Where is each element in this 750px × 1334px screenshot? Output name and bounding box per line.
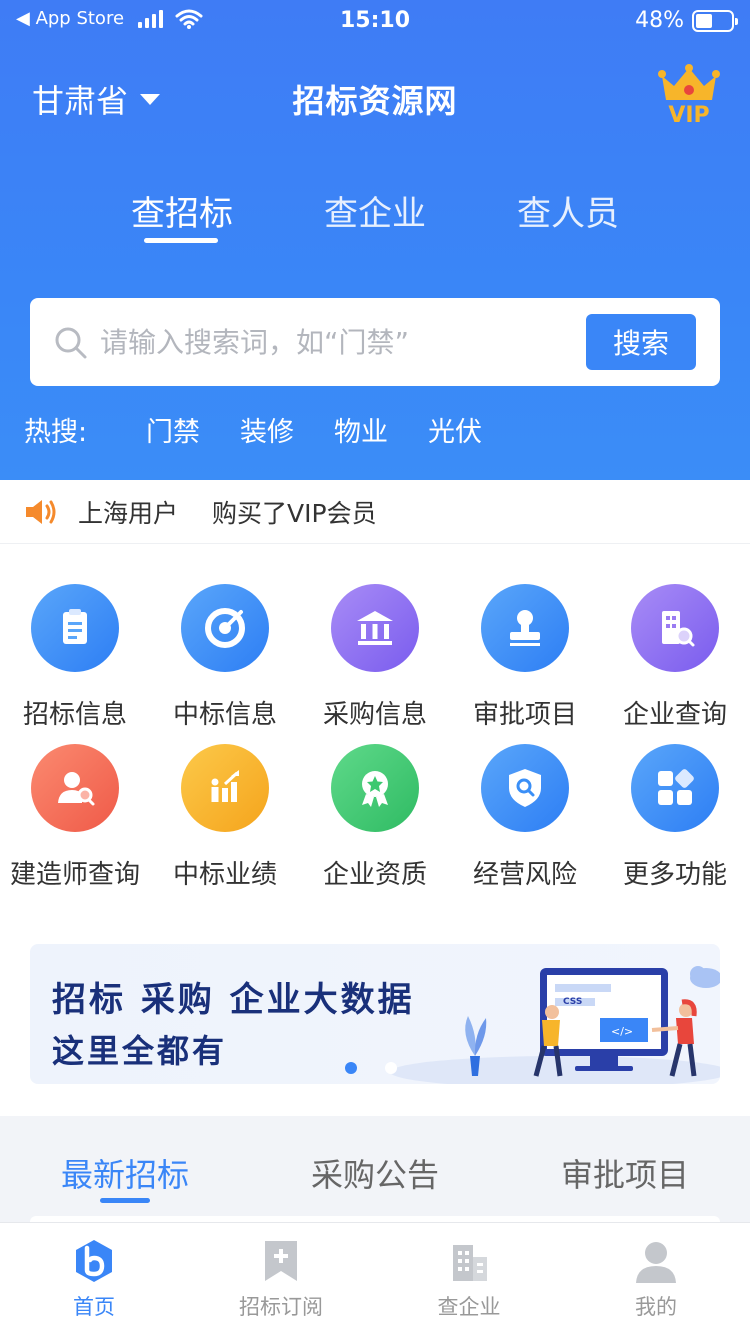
hot-tag[interactable]: 装修 xyxy=(240,410,294,449)
hot-tag[interactable]: 门禁 xyxy=(146,410,200,449)
tab-people[interactable]: 查人员 xyxy=(498,186,638,235)
hot-tag[interactable]: 光伏 xyxy=(428,410,482,449)
hot-search-row: 热搜: 门禁 装修 物业 光伏 xyxy=(24,410,522,449)
user-icon xyxy=(636,1242,676,1283)
hot-tag[interactable]: 物业 xyxy=(334,410,388,449)
search-input[interactable] xyxy=(100,316,600,368)
feature-label: 建造师查询 xyxy=(9,860,140,890)
feature-business-risk[interactable]: 经营风险 xyxy=(450,744,600,891)
status-bar: ◀ App Store 15:10 48% xyxy=(0,0,750,40)
feature-approval-projects[interactable]: 审批项目 xyxy=(450,584,600,731)
person-search-icon xyxy=(31,744,119,832)
home-logo-icon xyxy=(76,1240,112,1282)
feature-label: 审批项目 xyxy=(472,700,577,730)
list-tabs: 最新招标 采购公告 审批项目 xyxy=(0,1116,750,1226)
notice-bar[interactable]: 上海用户 购买了VIP会员 xyxy=(0,480,750,544)
nav-label: 我的 xyxy=(635,1295,677,1319)
battery-icon xyxy=(692,9,738,32)
tab-company[interactable]: 查企业 xyxy=(305,186,445,235)
buildings-icon xyxy=(453,1245,487,1281)
feature-label: 更多功能 xyxy=(622,860,727,890)
banner-art-label: CSS xyxy=(563,997,582,1007)
active-subtab-indicator xyxy=(100,1198,150,1203)
banner-illustration: CSS </> xyxy=(390,966,720,1084)
vip-label: VIP xyxy=(668,103,710,128)
search-button[interactable]: 搜索 xyxy=(586,314,696,370)
feature-label: 中标信息 xyxy=(172,700,277,730)
nav-subscriptions[interactable]: 招标订阅 xyxy=(187,1237,375,1321)
nav-label: 招标订阅 xyxy=(239,1295,323,1319)
notice-user: 上海用户 xyxy=(78,498,179,528)
nav-label: 查企业 xyxy=(437,1295,501,1319)
header: ◀ App Store 15:10 48% 甘肃省 招标资源网 VIP 查招标 … xyxy=(0,0,750,480)
feature-company-search[interactable]: 企业查询 xyxy=(600,584,750,731)
banner-headline: 招标 采购 企业大数据 xyxy=(52,980,415,1020)
battery-fill xyxy=(696,13,713,28)
top-row: 甘肃省 招标资源网 VIP xyxy=(0,60,750,140)
feature-win-info[interactable]: 中标信息 xyxy=(150,584,300,731)
search-icon xyxy=(55,327,87,359)
status-right: 48% xyxy=(635,8,738,33)
feature-purchase-info[interactable]: 采购信息 xyxy=(300,584,450,731)
carousel-dot[interactable] xyxy=(345,1062,357,1074)
tab-purchase-notices[interactable]: 采购公告 xyxy=(250,1150,500,1196)
feature-qualification[interactable]: 企业资质 xyxy=(300,744,450,891)
feature-more[interactable]: 更多功能 xyxy=(600,744,750,891)
carousel-dots xyxy=(345,1062,397,1074)
feature-label: 招标信息 xyxy=(22,700,127,730)
hot-search-label: 热搜: xyxy=(24,417,88,448)
active-tab-indicator xyxy=(144,238,218,243)
app-title: 招标资源网 xyxy=(292,82,458,120)
shield-search-icon xyxy=(481,744,569,832)
feature-label: 企业资质 xyxy=(322,860,427,890)
tab-bidding[interactable]: 查招标 xyxy=(112,186,252,235)
stamp-icon xyxy=(481,584,569,672)
clipboard-icon xyxy=(31,584,119,672)
svg-text:</>: </> xyxy=(611,1025,633,1038)
speaker-icon xyxy=(26,499,56,524)
nav-label: 首页 xyxy=(73,1295,115,1319)
nav-home[interactable]: 首页 xyxy=(0,1237,188,1321)
target-icon xyxy=(181,584,269,672)
feature-label: 采购信息 xyxy=(322,700,427,730)
feature-win-performance[interactable]: 中标业绩 xyxy=(150,744,300,891)
promo-banner[interactable]: 招标 采购 企业大数据 这里全都有 CSS </> xyxy=(30,944,720,1084)
bank-icon xyxy=(331,584,419,672)
tab-approval-projects[interactable]: 审批项目 xyxy=(500,1150,750,1196)
nav-profile[interactable]: 我的 xyxy=(562,1237,750,1321)
chart-people-icon xyxy=(181,744,269,832)
bookmark-plus-icon xyxy=(265,1241,297,1281)
medal-icon xyxy=(331,744,419,832)
feature-label: 企业查询 xyxy=(622,700,727,730)
carousel-dot[interactable] xyxy=(385,1062,397,1074)
nav-company[interactable]: 查企业 xyxy=(375,1237,563,1321)
search-box: 搜索 xyxy=(30,298,720,386)
battery-percent: 48% xyxy=(635,8,684,33)
apps-grid-icon xyxy=(631,744,719,832)
building-search-icon xyxy=(631,584,719,672)
feature-constructor-search[interactable]: 建造师查询 xyxy=(0,744,150,891)
bottom-nav: 首页 招标订阅 查企业 我的 xyxy=(0,1222,750,1334)
search-type-tabs: 查招标 查企业 查人员 xyxy=(0,186,750,246)
feature-label: 经营风险 xyxy=(472,860,577,890)
feature-bid-info[interactable]: 招标信息 xyxy=(0,584,150,731)
banner-subline: 这里全都有 xyxy=(52,1032,228,1070)
tab-latest-bids[interactable]: 最新招标 xyxy=(0,1150,250,1196)
notice-text: 购买了VIP会员 xyxy=(212,498,377,528)
feature-label: 中标业绩 xyxy=(172,860,277,890)
vip-button[interactable]: VIP xyxy=(658,64,720,128)
crown-icon xyxy=(658,64,720,100)
